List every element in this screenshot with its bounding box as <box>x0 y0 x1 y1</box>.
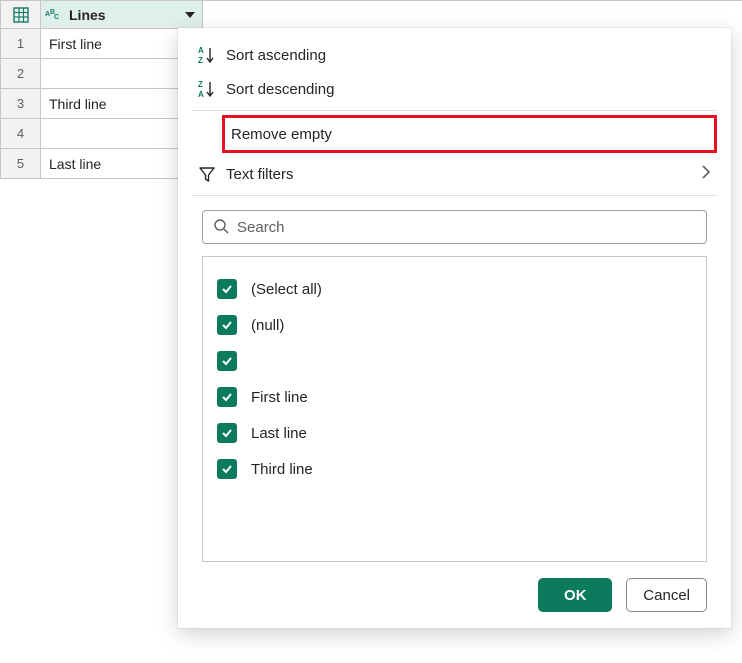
svg-text:Z: Z <box>198 80 203 89</box>
filter-value-null[interactable]: (null) <box>217 307 692 343</box>
svg-text:A: A <box>198 90 204 99</box>
filter-value-label: Last line <box>251 425 307 442</box>
sort-ascending-item[interactable]: A Z Sort ascending <box>178 38 731 72</box>
filter-value-item[interactable]: First line <box>217 379 692 415</box>
filter-value-label: (null) <box>251 317 284 334</box>
sort-asc-icon: A Z <box>192 45 222 65</box>
svg-text:A: A <box>198 46 204 55</box>
search-input[interactable] <box>237 219 696 236</box>
chevron-right-icon <box>701 165 711 183</box>
filter-value-select-all[interactable]: (Select all) <box>217 271 692 307</box>
menu-label: Sort descending <box>226 81 334 98</box>
caret-down-icon <box>185 12 195 18</box>
cancel-button[interactable]: Cancel <box>626 578 707 612</box>
checkbox-checked-icon <box>217 279 237 299</box>
row-number: 3 <box>1 89 41 119</box>
svg-text:C: C <box>54 14 59 21</box>
column-header-lines[interactable]: A B C Lines <box>41 1 203 29</box>
text-filters-item[interactable]: Text filters <box>178 157 731 191</box>
column-name: Lines <box>69 7 106 23</box>
filter-values-list: (Select all) (null) First line Last line <box>202 256 707 562</box>
checkbox-checked-icon <box>217 351 237 371</box>
menu-label: Sort ascending <box>226 47 326 64</box>
checkbox-checked-icon <box>217 315 237 335</box>
row-number: 2 <box>1 59 41 89</box>
button-label: Cancel <box>643 587 690 604</box>
filter-search-box[interactable] <box>202 210 707 244</box>
row-number: 4 <box>1 119 41 149</box>
search-icon <box>213 218 229 237</box>
text-type-icon: A B C <box>45 8 63 22</box>
menu-label: Text filters <box>226 166 294 183</box>
checkbox-checked-icon <box>217 387 237 407</box>
filter-icon <box>192 165 222 183</box>
button-label: OK <box>564 587 587 604</box>
table-corner[interactable] <box>1 1 41 29</box>
column-filter-dropdown: A Z Sort ascending Z A Sort descending R… <box>178 28 731 628</box>
filter-value-blank[interactable] <box>217 343 692 379</box>
sort-descending-item[interactable]: Z A Sort descending <box>178 72 731 106</box>
filter-value-label: Third line <box>251 461 313 478</box>
filter-value-label: (Select all) <box>251 281 322 298</box>
row-number: 5 <box>1 149 41 179</box>
sort-desc-icon: Z A <box>192 79 222 99</box>
checkbox-checked-icon <box>217 423 237 443</box>
remove-empty-item[interactable]: Remove empty <box>222 115 717 153</box>
row-number: 1 <box>1 29 41 59</box>
table-icon <box>13 7 29 23</box>
column-dropdown-toggle[interactable] <box>182 7 198 23</box>
filter-value-label: First line <box>251 389 308 406</box>
filter-value-item[interactable]: Third line <box>217 451 692 487</box>
checkbox-checked-icon <box>217 459 237 479</box>
menu-label: Remove empty <box>231 126 332 143</box>
ok-button[interactable]: OK <box>538 578 612 612</box>
svg-text:Z: Z <box>198 56 203 65</box>
menu-divider <box>192 195 717 196</box>
filter-value-item[interactable]: Last line <box>217 415 692 451</box>
menu-divider <box>192 110 717 111</box>
